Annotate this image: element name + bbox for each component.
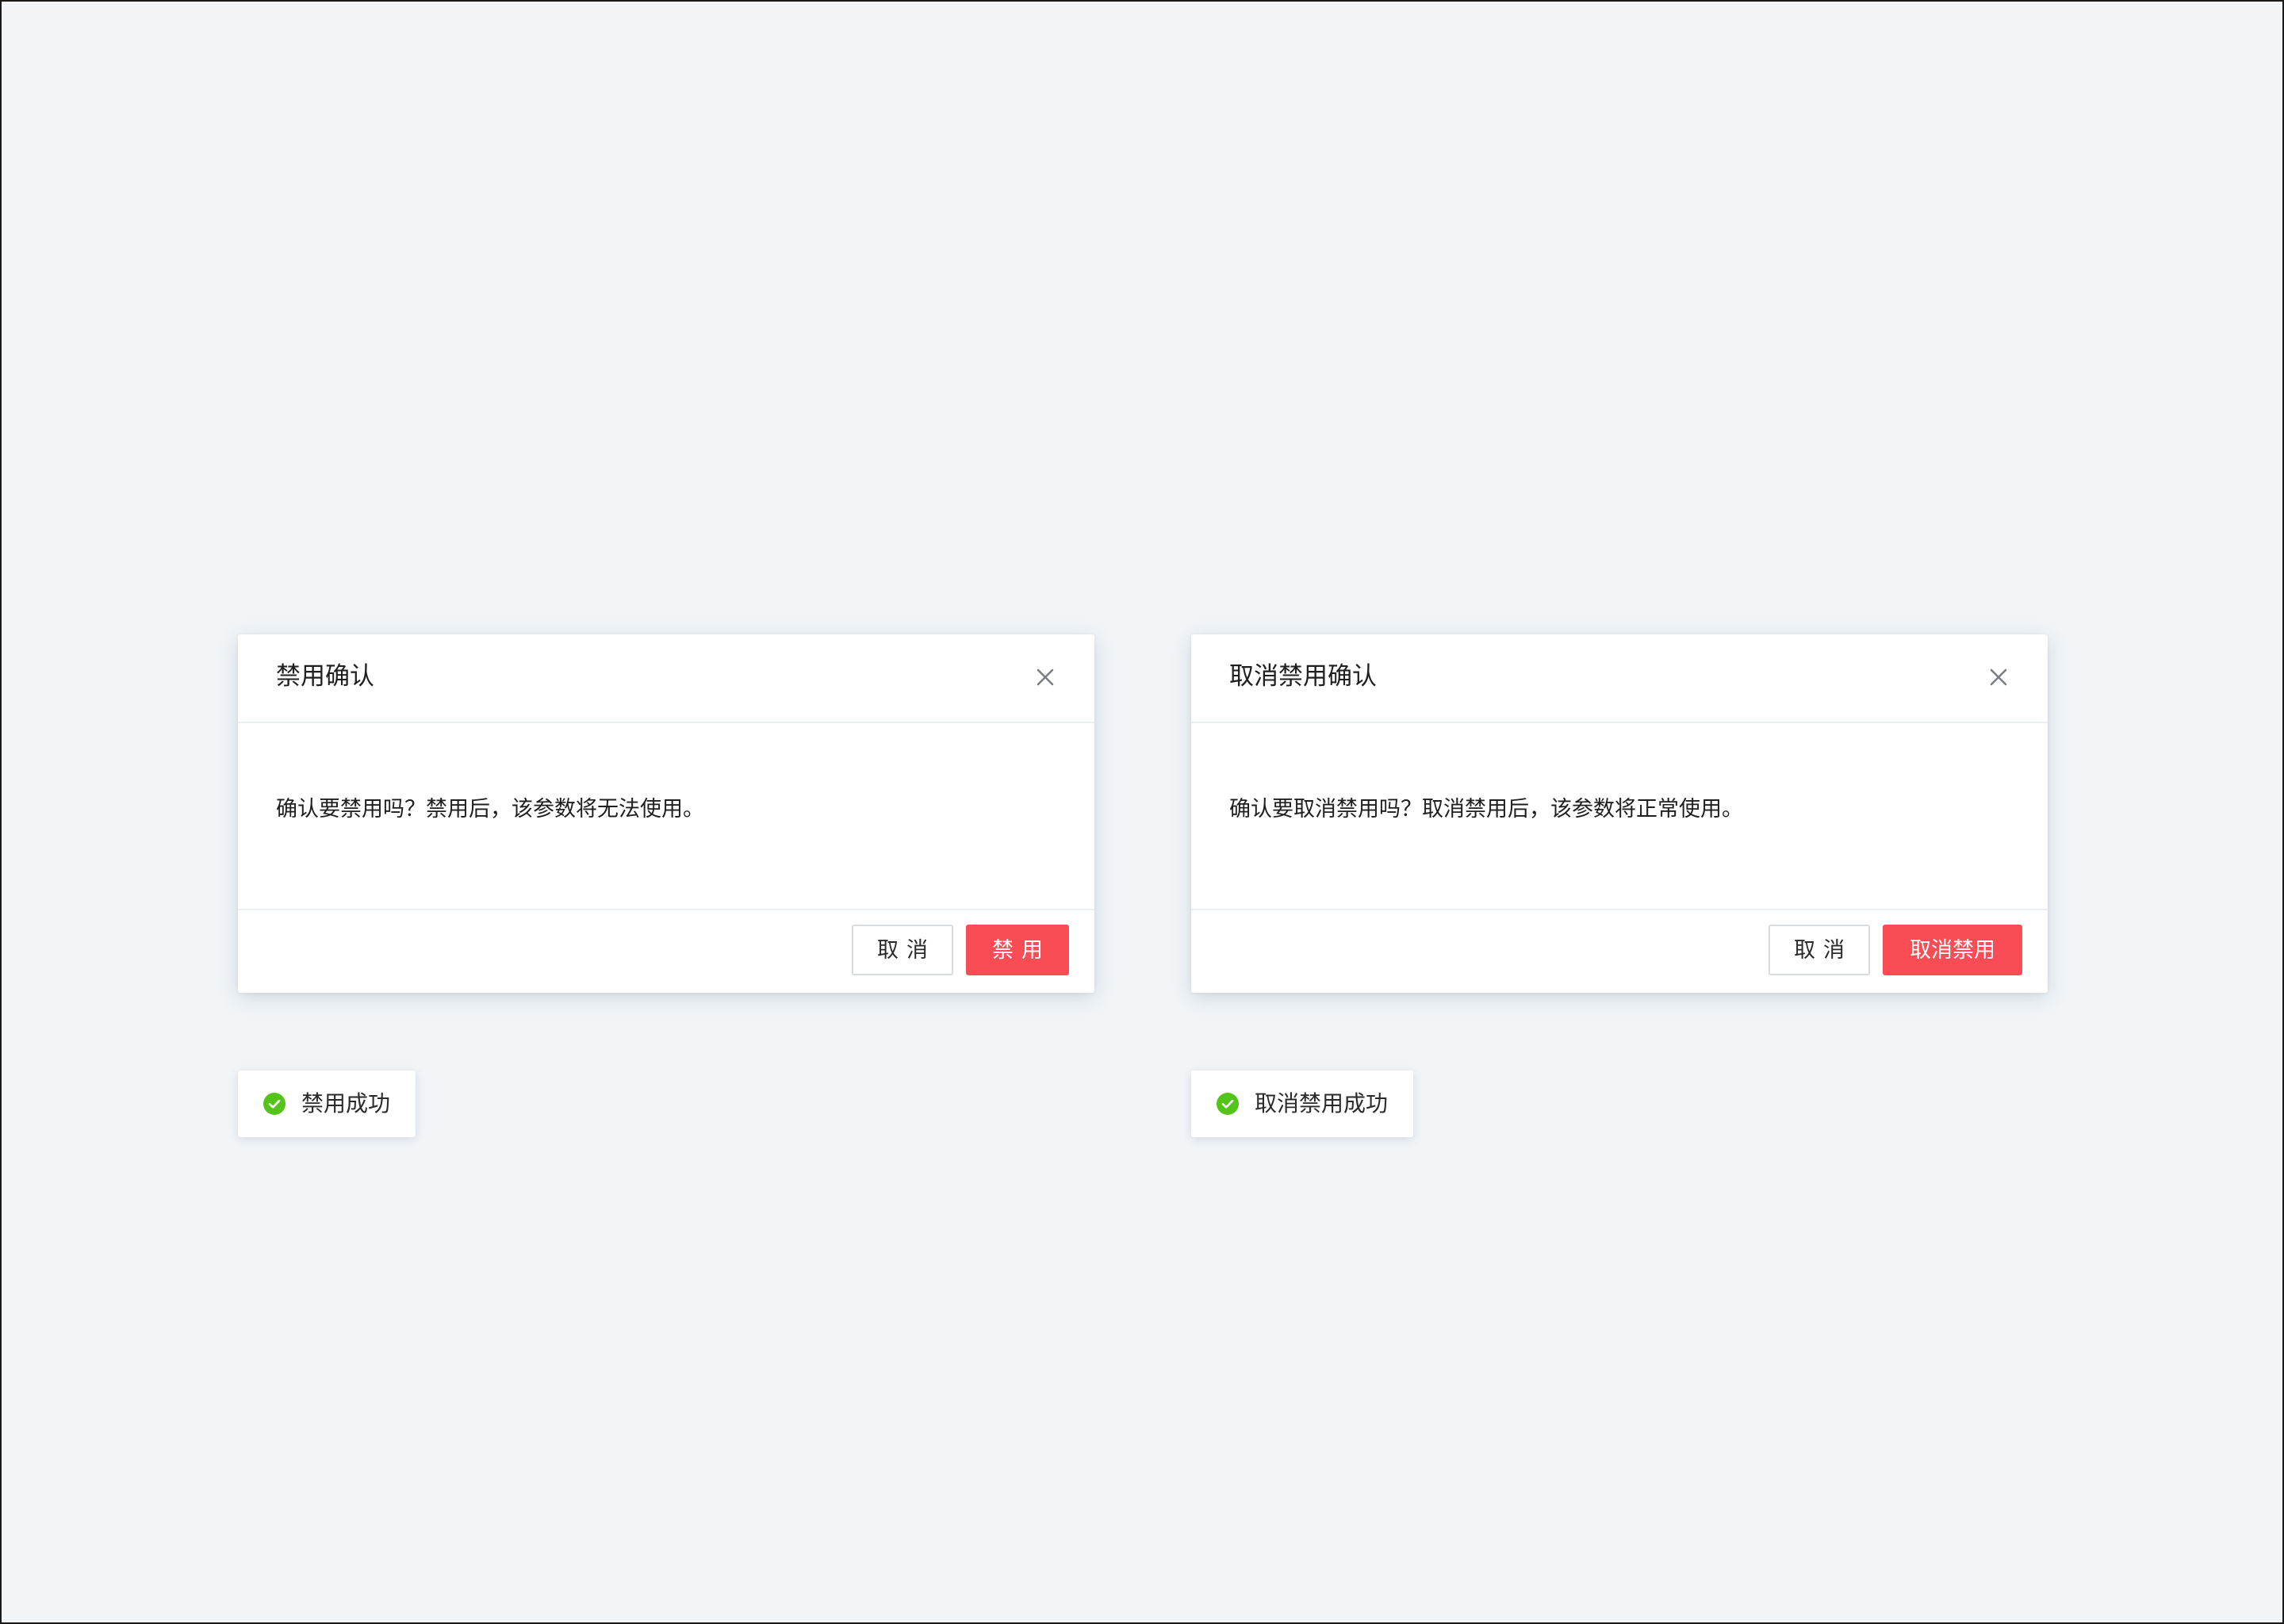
- disable-confirm-dialog: 禁用确认 确认要禁用吗？禁用后，该参数将无法使用。 取消 禁用: [238, 634, 1094, 993]
- dialog-message: 确认要取消禁用吗？取消禁用后，该参数将正常使用。: [1229, 797, 1743, 822]
- close-icon[interactable]: [1029, 661, 1061, 693]
- enable-success-toast: 取消禁用成功: [1191, 1071, 1413, 1137]
- disable-button[interactable]: 禁用: [966, 925, 1069, 975]
- dialog-footer: 取消 禁用: [238, 909, 1094, 993]
- enable-confirm-dialog: 取消禁用确认 确认要取消禁用吗？取消禁用后，该参数将正常使用。 取消 取消禁用: [1191, 634, 2048, 993]
- dialog-body: 确认要禁用吗？禁用后，该参数将无法使用。: [238, 723, 1094, 909]
- dialog-header: 禁用确认: [238, 634, 1094, 723]
- dialog-title: 取消禁用确认: [1229, 662, 1377, 691]
- check-circle-icon: [263, 1093, 286, 1115]
- cancel-button[interactable]: 取消: [1769, 925, 1870, 975]
- close-icon[interactable]: [1983, 661, 2014, 693]
- cancel-button[interactable]: 取消: [852, 925, 953, 975]
- toast-message: 禁用成功: [301, 1090, 391, 1116]
- disable-success-toast: 禁用成功: [238, 1071, 416, 1137]
- toast-message: 取消禁用成功: [1255, 1090, 1389, 1116]
- cancel-disable-button[interactable]: 取消禁用: [1883, 925, 2022, 975]
- dialog-message: 确认要禁用吗？禁用后，该参数将无法使用。: [276, 797, 704, 822]
- check-circle-icon: [1217, 1093, 1239, 1115]
- dialog-body: 确认要取消禁用吗？取消禁用后，该参数将正常使用。: [1191, 723, 2048, 909]
- canvas: 禁用确认 确认要禁用吗？禁用后，该参数将无法使用。 取消 禁用 取消禁用确认 确…: [0, 0, 2284, 1624]
- dialog-title: 禁用确认: [276, 662, 374, 691]
- dialog-header: 取消禁用确认: [1191, 634, 2048, 723]
- dialog-footer: 取消 取消禁用: [1191, 909, 2048, 993]
